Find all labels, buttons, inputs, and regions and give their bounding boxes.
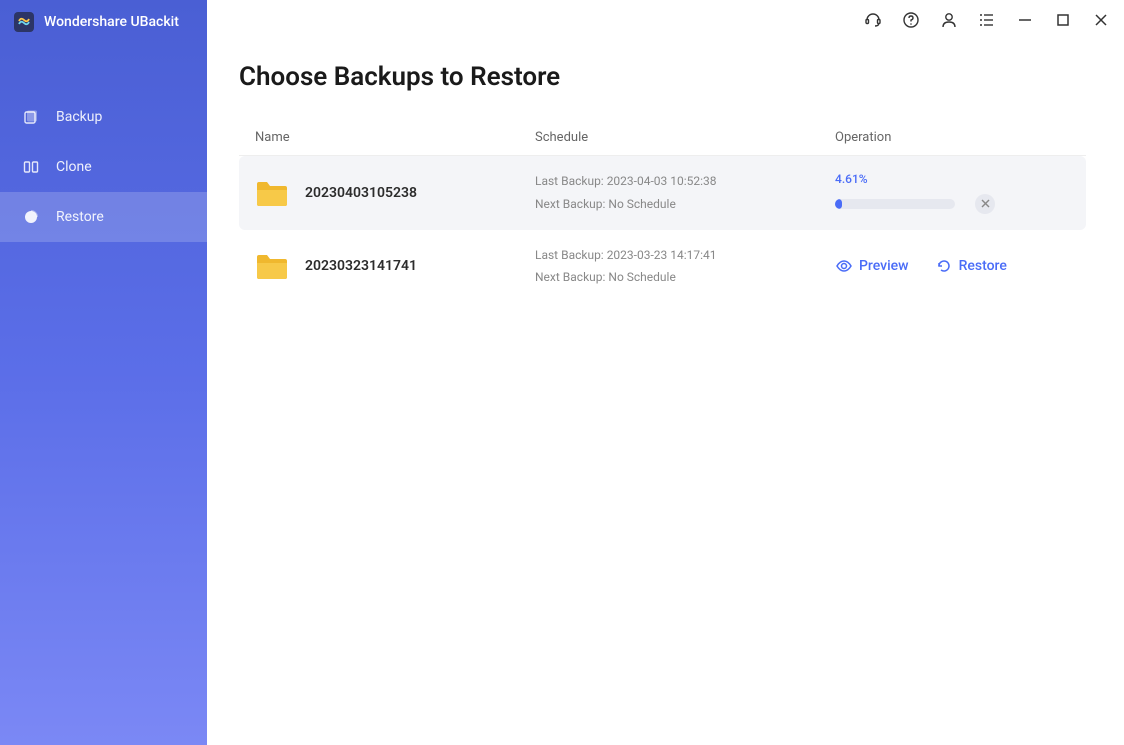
- progress-wrap: 4.61%: [835, 172, 995, 214]
- app-title: Wondershare UBackit: [44, 14, 179, 30]
- user-icon[interactable]: [940, 11, 958, 29]
- support-icon[interactable]: [864, 11, 882, 29]
- help-icon[interactable]: [902, 11, 920, 29]
- cancel-button[interactable]: [975, 194, 995, 214]
- sidebar-item-label: Clone: [56, 159, 92, 175]
- col-header-operation: Operation: [835, 130, 1078, 145]
- main: Choose Backups to Restore Name Schedule …: [207, 0, 1124, 745]
- row-schedule-cell: Last Backup: 2023-04-03 10:52:38 Next Ba…: [535, 170, 835, 216]
- content: Choose Backups to Restore Name Schedule …: [207, 40, 1124, 303]
- row-name-cell: 20230323141741: [247, 251, 535, 281]
- last-backup-text: Last Backup: 2023-04-03 10:52:38: [535, 170, 835, 193]
- restore-action-icon: [935, 257, 953, 275]
- close-icon[interactable]: [1092, 11, 1110, 29]
- folder-icon: [255, 178, 289, 208]
- next-backup-text: Next Backup: No Schedule: [535, 193, 835, 216]
- backup-icon: [22, 108, 40, 126]
- folder-icon: [255, 251, 289, 281]
- row-schedule-cell: Last Backup: 2023-03-23 14:17:41 Next Ba…: [535, 244, 835, 290]
- next-backup-text: Next Backup: No Schedule: [535, 266, 835, 289]
- titlebar: [207, 0, 1124, 40]
- sidebar-item-label: Backup: [56, 109, 102, 125]
- sidebar-item-restore[interactable]: Restore: [0, 192, 207, 242]
- clone-icon: [22, 158, 40, 176]
- table-header: Name Schedule Operation: [239, 120, 1086, 156]
- table-row[interactable]: 20230323141741 Last Backup: 2023-03-23 1…: [239, 230, 1086, 304]
- row-name-cell: 20230403105238: [247, 178, 535, 208]
- preview-label: Preview: [859, 258, 909, 274]
- sidebar-item-clone[interactable]: Clone: [0, 142, 207, 192]
- table-row[interactable]: 20230403105238 Last Backup: 2023-04-03 1…: [239, 156, 1086, 230]
- progress-fill: [835, 199, 842, 209]
- list-icon[interactable]: [978, 11, 996, 29]
- sidebar-nav: Backup Clone Restore: [0, 92, 207, 242]
- minimize-icon[interactable]: [1016, 11, 1034, 29]
- backup-name: 20230403105238: [305, 185, 417, 201]
- restore-label: Restore: [959, 258, 1007, 274]
- row-operation-cell: Preview Restore: [835, 257, 1078, 275]
- preview-button[interactable]: Preview: [835, 257, 909, 275]
- backup-name: 20230323141741: [305, 258, 417, 274]
- app-logo: [14, 12, 34, 32]
- sidebar-item-backup[interactable]: Backup: [0, 92, 207, 142]
- progress-percent: 4.61%: [835, 172, 995, 186]
- restore-icon: [22, 208, 40, 226]
- row-operation-cell: 4.61%: [835, 172, 1078, 214]
- col-header-schedule: Schedule: [535, 130, 835, 145]
- restore-button[interactable]: Restore: [935, 257, 1007, 275]
- last-backup-text: Last Backup: 2023-03-23 14:17:41: [535, 244, 835, 267]
- sidebar-header: Wondershare UBackit: [0, 0, 207, 44]
- progress-bar: [835, 199, 955, 209]
- eye-icon: [835, 257, 853, 275]
- page-title: Choose Backups to Restore: [239, 62, 1086, 92]
- sidebar-item-label: Restore: [56, 209, 104, 225]
- sidebar: Wondershare UBackit Backup Clone Restore: [0, 0, 207, 745]
- col-header-name: Name: [247, 130, 535, 145]
- maximize-icon[interactable]: [1054, 11, 1072, 29]
